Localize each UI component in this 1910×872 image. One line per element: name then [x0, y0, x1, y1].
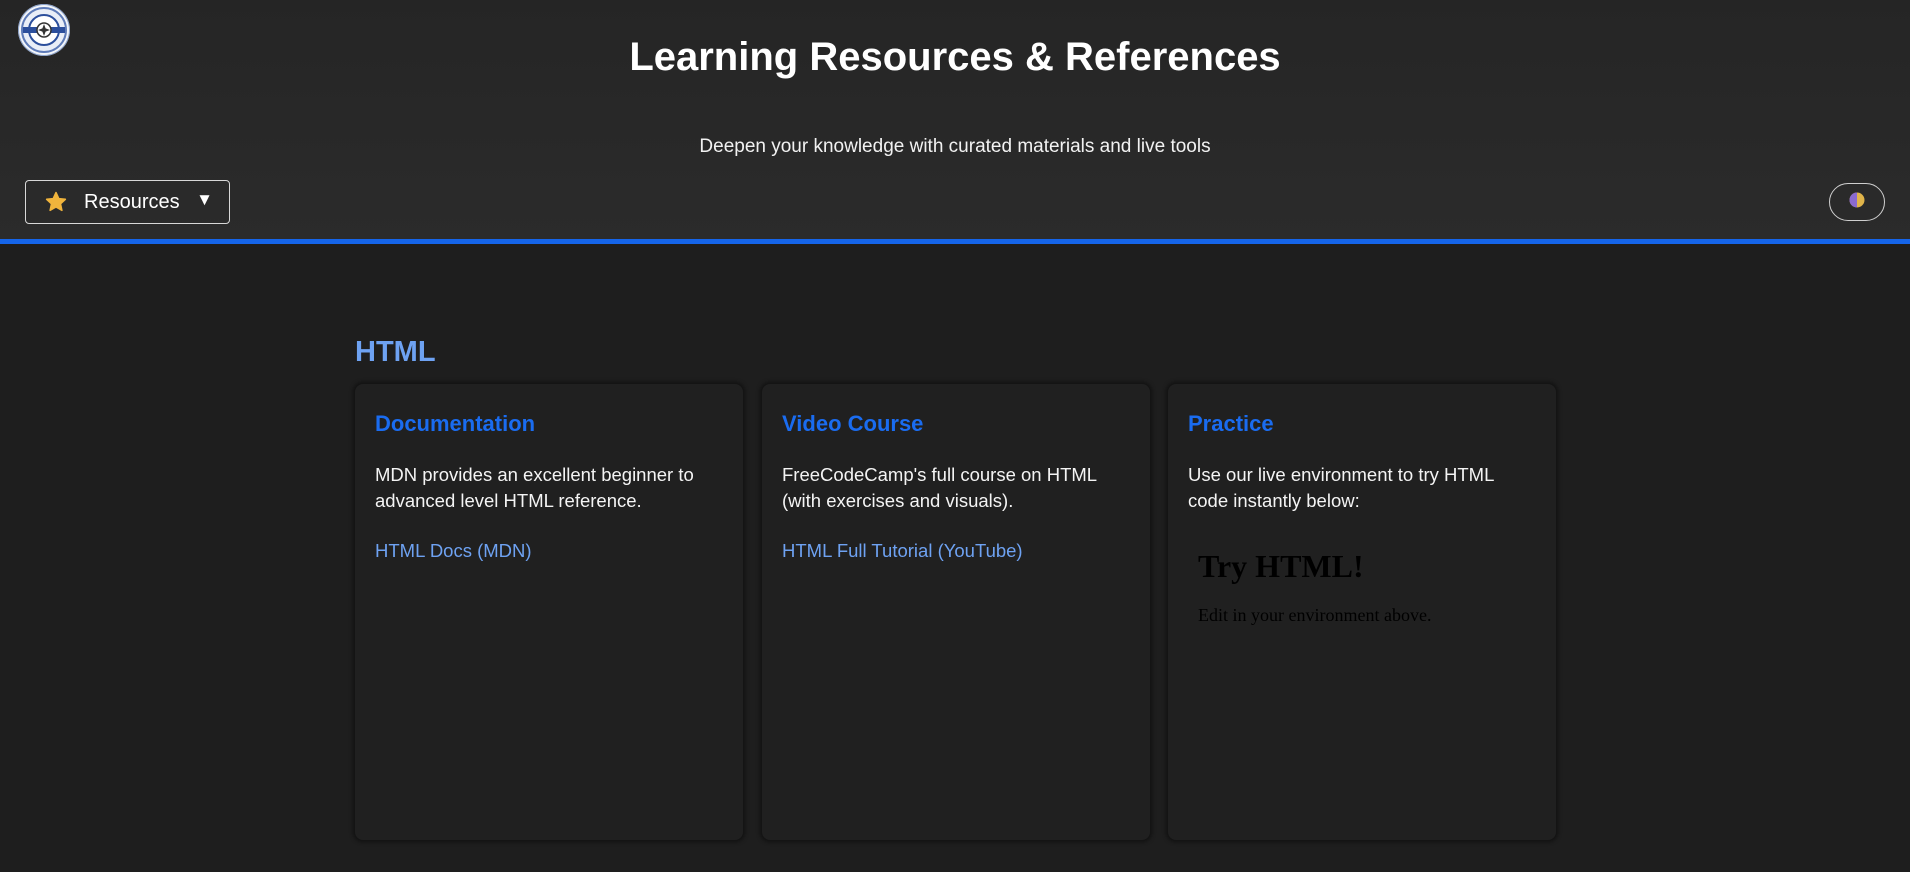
card-heading: Practice: [1188, 411, 1274, 436]
page-subtitle: Deepen your knowledge with curated mater…: [699, 136, 1211, 157]
mdn-docs-link[interactable]: HTML Docs (MDN): [375, 540, 532, 562]
card-video-course: Video Course FreeCodeCamp's full course …: [762, 384, 1150, 840]
live-preview-area[interactable]: Try HTML! Edit in your environment above…: [1188, 548, 1536, 626]
card-documentation: Documentation MDN provides an excellent …: [355, 384, 743, 840]
contrast-icon: [1848, 191, 1866, 214]
theme-toggle-button[interactable]: [1829, 183, 1885, 221]
star-icon: [43, 189, 69, 215]
page-title: Learning Resources & References: [629, 35, 1281, 79]
card-description: Use our live environment to try HTML cod…: [1188, 464, 1494, 511]
preview-text: Edit in your environment above.: [1198, 605, 1432, 625]
card-heading: Video Course: [782, 411, 924, 436]
card-heading: Documentation: [375, 411, 536, 436]
section-title-html: HTML: [355, 336, 436, 368]
preview-heading: Try HTML!: [1198, 548, 1364, 584]
chevron-down-icon: ▼: [196, 190, 213, 209]
card-description: MDN provides an excellent beginner to ad…: [375, 464, 694, 511]
resources-dropdown[interactable]: Resources ▼: [25, 180, 230, 224]
card-practice: Practice Use our live environment to try…: [1168, 384, 1556, 840]
card-description: FreeCodeCamp's full course on HTML (with…: [782, 464, 1097, 511]
dropdown-label: Resources: [84, 190, 180, 213]
page-header: Learning Resources & References Deepen y…: [0, 0, 1910, 244]
youtube-tutorial-link[interactable]: HTML Full Tutorial (YouTube): [782, 540, 1023, 562]
